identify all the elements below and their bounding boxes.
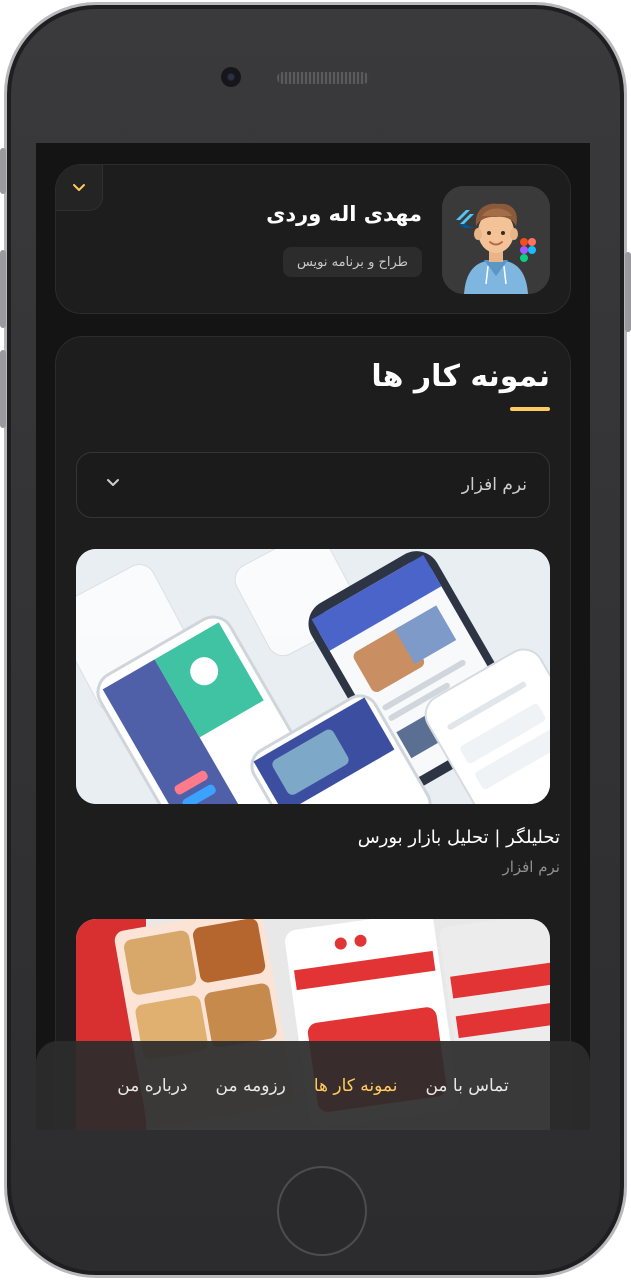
project-title[interactable]: تحلیلگر | تحلیل بازار بورس bbox=[358, 827, 560, 848]
bottom-nav: درباره من رزومه من نمونه کار ها تماس با … bbox=[36, 1041, 590, 1130]
portfolio-panel: نمونه کار ها نرم افزار تحلیلگر | تحلیل ب… bbox=[55, 336, 571, 1130]
title-underline bbox=[510, 407, 550, 411]
nav-item-contact[interactable]: تماس با من bbox=[425, 1076, 508, 1096]
project-category: نرم افزار bbox=[502, 858, 560, 876]
mute-switch bbox=[0, 148, 6, 194]
chevron-down-icon bbox=[107, 479, 119, 486]
project-image[interactable] bbox=[76, 549, 550, 804]
nav-item-about[interactable]: درباره من bbox=[117, 1076, 187, 1096]
volume-up-button bbox=[0, 250, 6, 328]
power-button bbox=[625, 252, 631, 332]
nav-item-resume[interactable]: رزومه من bbox=[216, 1076, 286, 1096]
speaker-grille bbox=[277, 72, 369, 84]
profile-card: مهدی اله وردی طراح و برنامه نویس bbox=[55, 164, 571, 314]
profile-toggle-button[interactable] bbox=[56, 165, 103, 211]
developer-avatar-icon bbox=[442, 186, 550, 294]
filter-selected-value: نرم افزار bbox=[461, 475, 527, 495]
screen: مهدی اله وردی طراح و برنامه نویس نمونه ک… bbox=[36, 143, 590, 1130]
job-badge: طراح و برنامه نویس bbox=[282, 247, 422, 277]
nav-item-portfolio[interactable]: نمونه کار ها bbox=[314, 1076, 398, 1096]
front-camera bbox=[221, 67, 241, 87]
project-mockup-image bbox=[76, 549, 550, 804]
category-filter-select[interactable]: نرم افزار bbox=[76, 452, 550, 518]
home-button[interactable] bbox=[277, 1166, 367, 1256]
avatar bbox=[442, 186, 550, 294]
volume-down-button bbox=[0, 350, 6, 428]
chevron-down-icon bbox=[73, 183, 85, 191]
profile-name: مهدی اله وردی bbox=[266, 202, 422, 226]
job-title: طراح و برنامه نویس bbox=[296, 254, 408, 270]
section-title: نمونه کار ها bbox=[371, 359, 550, 394]
